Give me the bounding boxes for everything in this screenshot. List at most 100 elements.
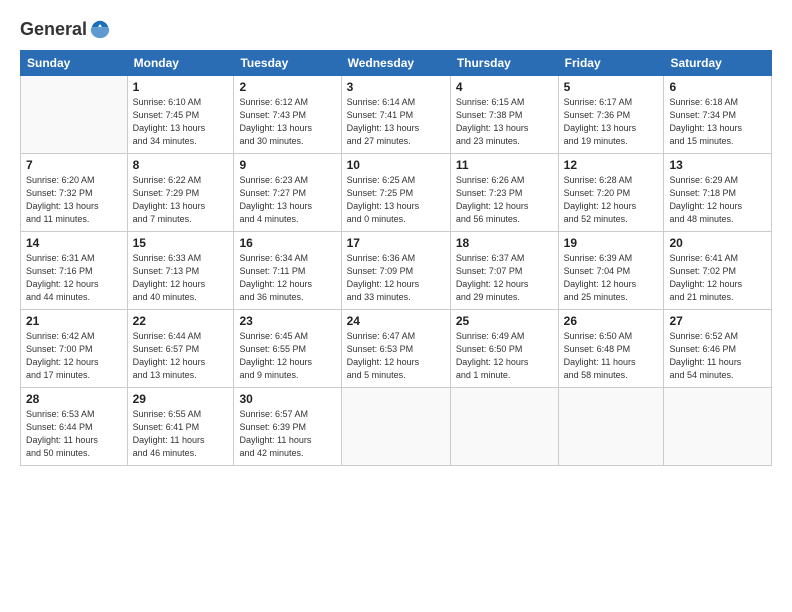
calendar-cell: 26 Sunrise: 6:50 AM Sunset: 6:48 PM Dayli… bbox=[558, 310, 664, 388]
calendar-cell: 8 Sunrise: 6:22 AM Sunset: 7:29 PM Daylig… bbox=[127, 154, 234, 232]
day-info: Sunrise: 6:47 AM Sunset: 6:53 PM Dayligh… bbox=[347, 330, 445, 382]
day-info: Sunrise: 6:50 AM Sunset: 6:48 PM Dayligh… bbox=[564, 330, 659, 382]
day-number: 6 bbox=[669, 80, 766, 94]
day-number: 25 bbox=[456, 314, 553, 328]
day-info: Sunrise: 6:34 AM Sunset: 7:11 PM Dayligh… bbox=[239, 252, 335, 304]
weekday-header: Sunday bbox=[21, 51, 128, 76]
calendar-header-row: SundayMondayTuesdayWednesdayThursdayFrid… bbox=[21, 51, 772, 76]
day-info: Sunrise: 6:10 AM Sunset: 7:45 PM Dayligh… bbox=[133, 96, 229, 148]
weekday-header: Monday bbox=[127, 51, 234, 76]
day-info: Sunrise: 6:57 AM Sunset: 6:39 PM Dayligh… bbox=[239, 408, 335, 460]
day-number: 1 bbox=[133, 80, 229, 94]
calendar-cell: 12 Sunrise: 6:28 AM Sunset: 7:20 PM Dayli… bbox=[558, 154, 664, 232]
calendar-cell: 13 Sunrise: 6:29 AM Sunset: 7:18 PM Dayli… bbox=[664, 154, 772, 232]
day-number: 3 bbox=[347, 80, 445, 94]
weekday-header: Tuesday bbox=[234, 51, 341, 76]
day-number: 5 bbox=[564, 80, 659, 94]
calendar-cell: 23 Sunrise: 6:45 AM Sunset: 6:55 PM Dayli… bbox=[234, 310, 341, 388]
calendar-cell: 11 Sunrise: 6:26 AM Sunset: 7:23 PM Dayli… bbox=[450, 154, 558, 232]
day-number: 4 bbox=[456, 80, 553, 94]
calendar-week-row: 21Sunrise: 6:42 AM Sunset: 7:00 PM Dayli… bbox=[21, 310, 772, 388]
calendar-cell bbox=[664, 388, 772, 466]
day-info: Sunrise: 6:45 AM Sunset: 6:55 PM Dayligh… bbox=[239, 330, 335, 382]
day-number: 28 bbox=[26, 392, 122, 406]
calendar-cell: 6 Sunrise: 6:18 AM Sunset: 7:34 PM Daylig… bbox=[664, 76, 772, 154]
day-number: 8 bbox=[133, 158, 229, 172]
day-number: 12 bbox=[564, 158, 659, 172]
calendar-cell: 5 Sunrise: 6:17 AM Sunset: 7:36 PM Daylig… bbox=[558, 76, 664, 154]
day-info: Sunrise: 6:42 AM Sunset: 7:00 PM Dayligh… bbox=[26, 330, 122, 382]
calendar-week-row: 7 Sunrise: 6:20 AM Sunset: 7:32 PM Daylig… bbox=[21, 154, 772, 232]
day-info: Sunrise: 6:18 AM Sunset: 7:34 PM Dayligh… bbox=[669, 96, 766, 148]
calendar-cell: 17 Sunrise: 6:36 AM Sunset: 7:09 PM Dayli… bbox=[341, 232, 450, 310]
day-info: Sunrise: 6:22 AM Sunset: 7:29 PM Dayligh… bbox=[133, 174, 229, 226]
day-number: 7 bbox=[26, 158, 122, 172]
calendar-cell: 25 Sunrise: 6:49 AM Sunset: 6:50 PM Dayli… bbox=[450, 310, 558, 388]
day-info: Sunrise: 6:31 AM Sunset: 7:16 PM Dayligh… bbox=[26, 252, 122, 304]
calendar-cell: 3Sunrise: 6:14 AM Sunset: 7:41 PM Daylig… bbox=[341, 76, 450, 154]
calendar-cell: 22 Sunrise: 6:44 AM Sunset: 6:57 PM Dayli… bbox=[127, 310, 234, 388]
calendar-cell bbox=[21, 76, 128, 154]
day-info: Sunrise: 6:25 AM Sunset: 7:25 PM Dayligh… bbox=[347, 174, 445, 226]
calendar-cell bbox=[450, 388, 558, 466]
day-info: Sunrise: 6:12 AM Sunset: 7:43 PM Dayligh… bbox=[239, 96, 335, 148]
day-number: 23 bbox=[239, 314, 335, 328]
weekday-header: Wednesday bbox=[341, 51, 450, 76]
calendar-cell: 19Sunrise: 6:39 AM Sunset: 7:04 PM Dayli… bbox=[558, 232, 664, 310]
day-info: Sunrise: 6:26 AM Sunset: 7:23 PM Dayligh… bbox=[456, 174, 553, 226]
calendar-cell bbox=[558, 388, 664, 466]
calendar-cell: 21Sunrise: 6:42 AM Sunset: 7:00 PM Dayli… bbox=[21, 310, 128, 388]
day-number: 26 bbox=[564, 314, 659, 328]
calendar-week-row: 28Sunrise: 6:53 AM Sunset: 6:44 PM Dayli… bbox=[21, 388, 772, 466]
calendar-cell: 1 Sunrise: 6:10 AM Sunset: 7:45 PM Daylig… bbox=[127, 76, 234, 154]
day-number: 27 bbox=[669, 314, 766, 328]
calendar-table: SundayMondayTuesdayWednesdayThursdayFrid… bbox=[20, 50, 772, 466]
day-info: Sunrise: 6:29 AM Sunset: 7:18 PM Dayligh… bbox=[669, 174, 766, 226]
calendar-cell: 20 Sunrise: 6:41 AM Sunset: 7:02 PM Dayli… bbox=[664, 232, 772, 310]
page-header: General bbox=[20, 18, 772, 40]
day-info: Sunrise: 6:41 AM Sunset: 7:02 PM Dayligh… bbox=[669, 252, 766, 304]
day-info: Sunrise: 6:44 AM Sunset: 6:57 PM Dayligh… bbox=[133, 330, 229, 382]
calendar-cell: 16 Sunrise: 6:34 AM Sunset: 7:11 PM Dayli… bbox=[234, 232, 341, 310]
day-number: 16 bbox=[239, 236, 335, 250]
day-info: Sunrise: 6:28 AM Sunset: 7:20 PM Dayligh… bbox=[564, 174, 659, 226]
day-info: Sunrise: 6:20 AM Sunset: 7:32 PM Dayligh… bbox=[26, 174, 122, 226]
calendar-cell: 28Sunrise: 6:53 AM Sunset: 6:44 PM Dayli… bbox=[21, 388, 128, 466]
calendar-cell bbox=[341, 388, 450, 466]
day-number: 20 bbox=[669, 236, 766, 250]
day-number: 10 bbox=[347, 158, 445, 172]
logo-icon bbox=[89, 18, 111, 40]
day-info: Sunrise: 6:23 AM Sunset: 7:27 PM Dayligh… bbox=[239, 174, 335, 226]
calendar-cell: 14 Sunrise: 6:31 AM Sunset: 7:16 PM Dayli… bbox=[21, 232, 128, 310]
day-info: Sunrise: 6:15 AM Sunset: 7:38 PM Dayligh… bbox=[456, 96, 553, 148]
day-number: 14 bbox=[26, 236, 122, 250]
calendar-cell: 27 Sunrise: 6:52 AM Sunset: 6:46 PM Dayli… bbox=[664, 310, 772, 388]
calendar-cell: 4 Sunrise: 6:15 AM Sunset: 7:38 PM Daylig… bbox=[450, 76, 558, 154]
logo-general-text: General bbox=[20, 19, 87, 40]
calendar-cell: 24 Sunrise: 6:47 AM Sunset: 6:53 PM Dayli… bbox=[341, 310, 450, 388]
day-number: 29 bbox=[133, 392, 229, 406]
calendar-week-row: 14 Sunrise: 6:31 AM Sunset: 7:16 PM Dayli… bbox=[21, 232, 772, 310]
day-info: Sunrise: 6:52 AM Sunset: 6:46 PM Dayligh… bbox=[669, 330, 766, 382]
calendar-cell: 18Sunrise: 6:37 AM Sunset: 7:07 PM Dayli… bbox=[450, 232, 558, 310]
day-number: 13 bbox=[669, 158, 766, 172]
day-info: Sunrise: 6:49 AM Sunset: 6:50 PM Dayligh… bbox=[456, 330, 553, 382]
day-number: 11 bbox=[456, 158, 553, 172]
day-number: 30 bbox=[239, 392, 335, 406]
calendar-cell: 7 Sunrise: 6:20 AM Sunset: 7:32 PM Daylig… bbox=[21, 154, 128, 232]
day-number: 17 bbox=[347, 236, 445, 250]
calendar-cell: 30 Sunrise: 6:57 AM Sunset: 6:39 PM Dayli… bbox=[234, 388, 341, 466]
day-number: 19 bbox=[564, 236, 659, 250]
calendar-week-row: 1 Sunrise: 6:10 AM Sunset: 7:45 PM Daylig… bbox=[21, 76, 772, 154]
day-info: Sunrise: 6:17 AM Sunset: 7:36 PM Dayligh… bbox=[564, 96, 659, 148]
day-number: 22 bbox=[133, 314, 229, 328]
day-number: 9 bbox=[239, 158, 335, 172]
day-info: Sunrise: 6:37 AM Sunset: 7:07 PM Dayligh… bbox=[456, 252, 553, 304]
day-info: Sunrise: 6:36 AM Sunset: 7:09 PM Dayligh… bbox=[347, 252, 445, 304]
weekday-header: Friday bbox=[558, 51, 664, 76]
weekday-header: Thursday bbox=[450, 51, 558, 76]
calendar-cell: 10 Sunrise: 6:25 AM Sunset: 7:25 PM Dayli… bbox=[341, 154, 450, 232]
day-number: 24 bbox=[347, 314, 445, 328]
day-info: Sunrise: 6:33 AM Sunset: 7:13 PM Dayligh… bbox=[133, 252, 229, 304]
day-number: 2 bbox=[239, 80, 335, 94]
